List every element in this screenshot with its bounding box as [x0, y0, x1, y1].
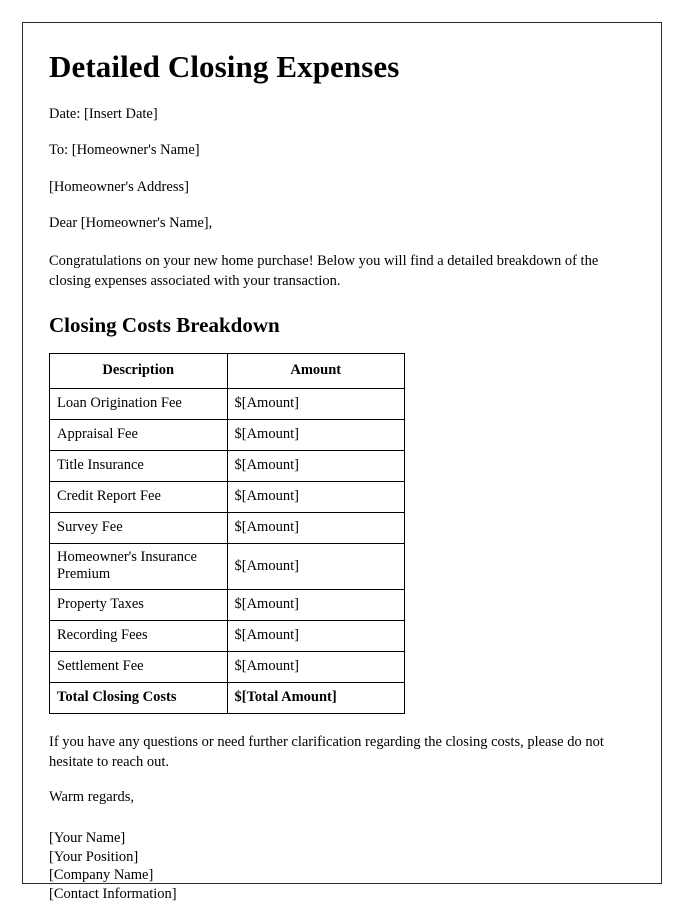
signature-name: [Your Name]	[49, 830, 126, 847]
table-header: Description Amount	[49, 353, 405, 390]
recipient-address-line: [Homeowner's Address]	[49, 178, 189, 195]
table-header-row: Description Amount	[49, 353, 405, 390]
cell-amount: $[Amount]	[226, 450, 405, 483]
closing-paragraph: If you have any questions or need furthe…	[49, 733, 604, 770]
cell-description: Homeowner's Insurance Premium	[49, 543, 228, 590]
table-row: Appraisal Fee $[Amount]	[49, 419, 405, 452]
closing-costs-table: Description Amount Loan Origination Fee …	[49, 353, 405, 714]
cell-amount: $[Amount]	[226, 419, 405, 452]
cell-amount: $[Amount]	[226, 619, 405, 652]
cell-total-label: Total Closing Costs	[49, 681, 228, 714]
cell-description: Recording Fees	[49, 619, 228, 652]
cell-description: Property Taxes	[49, 588, 228, 621]
intro-paragraph: Congratulations on your new home purchas…	[49, 252, 599, 289]
table-total-row: Total Closing Costs $[Total Amount]	[49, 681, 405, 714]
section-heading-closing-costs: Closing Costs Breakdown	[49, 312, 280, 337]
signature-company: [Company Name]	[49, 867, 154, 884]
cell-amount: $[Amount]	[226, 512, 405, 545]
salutation-line: Dear [Homeowner's Name],	[49, 215, 213, 232]
column-header-amount: Amount	[226, 353, 405, 390]
cell-description: Settlement Fee	[49, 650, 228, 683]
signature-position: [Your Position]	[49, 848, 139, 865]
table-row: Survey Fee $[Amount]	[49, 512, 405, 545]
table-row: Loan Origination Fee $[Amount]	[49, 388, 405, 421]
cell-description: Loan Origination Fee	[49, 388, 228, 421]
table-body: Loan Origination Fee $[Amount] Appraisal…	[49, 388, 405, 714]
table-row: Settlement Fee $[Amount]	[49, 650, 405, 683]
cell-description: Credit Report Fee	[49, 481, 228, 514]
cell-amount: $[Amount]	[226, 650, 405, 683]
table-row: Title Insurance $[Amount]	[49, 450, 405, 483]
table-row: Recording Fees $[Amount]	[49, 619, 405, 652]
recipient-name-line: To: [Homeowner's Name]	[49, 142, 200, 159]
cell-total-amount: $[Total Amount]	[226, 681, 405, 714]
table-row: Credit Report Fee $[Amount]	[49, 481, 405, 514]
cell-description: Title Insurance	[49, 450, 228, 483]
date-line: Date: [Insert Date]	[49, 105, 158, 122]
regards-line: Warm regards,	[49, 788, 134, 805]
cell-description: Appraisal Fee	[49, 419, 228, 452]
cell-amount: $[Amount]	[226, 388, 405, 421]
cell-amount: $[Amount]	[226, 481, 405, 514]
document-content: Detailed Closing Expenses Date: [Insert …	[23, 23, 661, 904]
table-row: Homeowner's Insurance Premium $[Amount]	[49, 543, 405, 590]
cell-description: Survey Fee	[49, 512, 228, 545]
signature-block: [Your Name] [Your Position] [Company Nam…	[49, 829, 635, 903]
cell-amount: $[Amount]	[226, 543, 405, 590]
cell-amount: $[Amount]	[226, 588, 405, 621]
signature-contact: [Contact Information]	[49, 886, 177, 903]
column-header-description: Description	[49, 353, 228, 390]
table-row: Property Taxes $[Amount]	[49, 588, 405, 621]
page-title: Detailed Closing Expenses	[49, 49, 400, 84]
document-page: Detailed Closing Expenses Date: [Insert …	[22, 22, 662, 902]
